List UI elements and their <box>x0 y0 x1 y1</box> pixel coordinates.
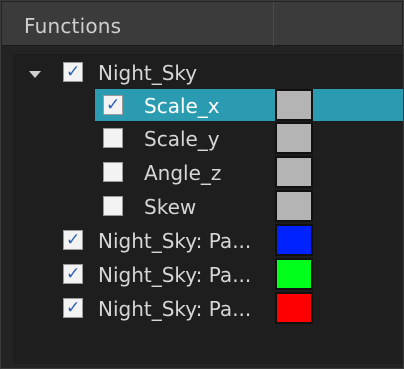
checkbox-night-sky-pa-2[interactable]: ✓ <box>63 264 83 284</box>
functions-panel: Functions ✓ Night_Sky ✓ Scale_x Scale_y … <box>0 0 404 369</box>
tree-item-angle-z[interactable]: Angle_z <box>144 161 221 185</box>
tree-item-scale-y[interactable]: Scale_y <box>144 127 220 151</box>
checkbox-skew[interactable] <box>103 196 123 216</box>
checkbox-night-sky-pa-3[interactable]: ✓ <box>63 298 83 318</box>
color-swatch-scale-x[interactable] <box>275 89 313 121</box>
color-swatch-scale-y[interactable] <box>275 122 313 154</box>
tree-item-skew[interactable]: Skew <box>144 195 196 219</box>
checkbox-scale-x[interactable]: ✓ <box>103 95 123 115</box>
panel-title: Functions <box>24 14 122 38</box>
panel-header: Functions <box>2 2 402 46</box>
checkmark-icon: ✓ <box>106 95 121 115</box>
checkbox-scale-y[interactable] <box>103 128 123 148</box>
tree-item-night-sky-pa-3[interactable]: Night_Sky: Pa... <box>98 297 251 321</box>
chevron-down-icon[interactable] <box>29 71 41 78</box>
tree-item-night-sky-pa-1[interactable]: Night_Sky: Pa... <box>98 229 251 253</box>
color-swatch-night-sky-pa-2[interactable] <box>275 258 313 290</box>
checkbox-night-sky[interactable]: ✓ <box>63 62 83 82</box>
tree-item-night-sky-pa-2[interactable]: Night_Sky: Pa... <box>98 263 251 287</box>
color-swatch-night-sky-pa-3[interactable] <box>275 292 313 324</box>
checkmark-icon: ✓ <box>66 264 81 284</box>
color-swatch-night-sky-pa-1[interactable] <box>275 224 313 256</box>
tree-item-scale-x[interactable]: Scale_x <box>144 94 220 118</box>
header-column-divider[interactable] <box>273 2 274 46</box>
checkmark-icon: ✓ <box>66 230 81 250</box>
checkbox-night-sky-pa-1[interactable]: ✓ <box>63 230 83 250</box>
checkmark-icon: ✓ <box>66 62 81 82</box>
checkmark-icon: ✓ <box>66 298 81 318</box>
tree-item-night-sky[interactable]: Night_Sky <box>98 61 197 85</box>
color-swatch-skew[interactable] <box>275 190 313 222</box>
checkbox-angle-z[interactable] <box>103 162 123 182</box>
selection-highlight <box>95 89 403 121</box>
color-swatch-angle-z[interactable] <box>275 156 313 188</box>
